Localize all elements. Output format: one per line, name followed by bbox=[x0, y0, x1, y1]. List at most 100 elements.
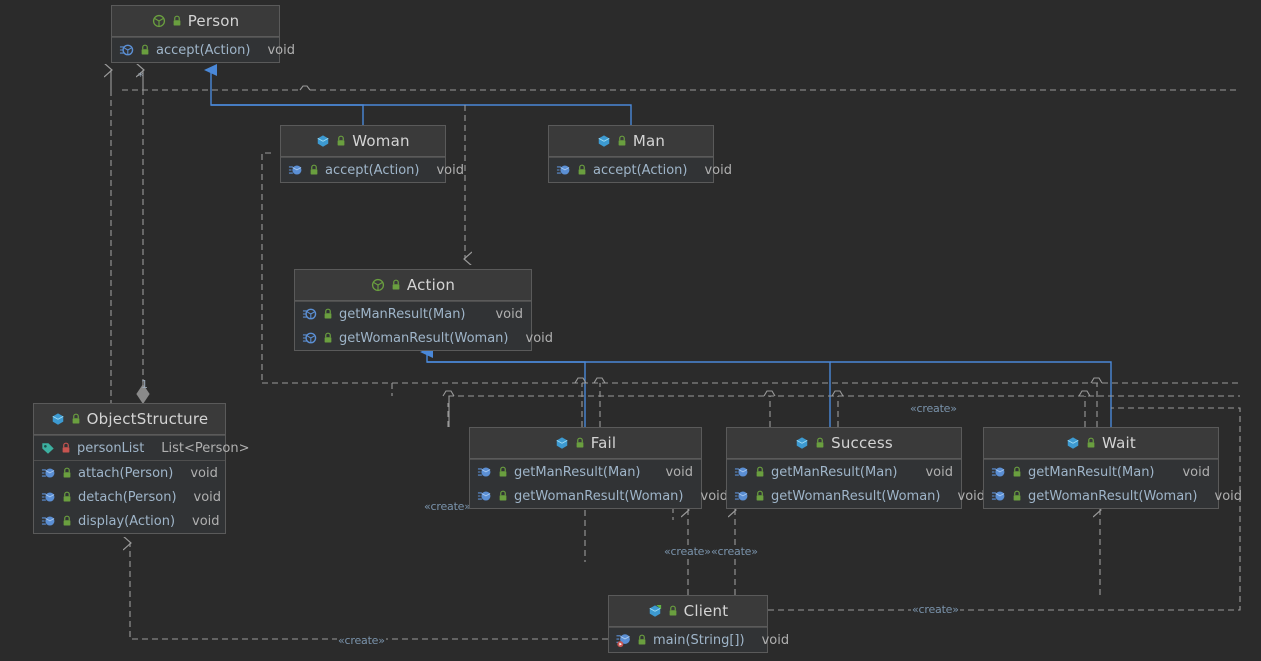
class-member-row[interactable]: getManResult(Man) void bbox=[295, 302, 531, 326]
lock-public-icon bbox=[322, 308, 334, 320]
class-title-person: Person bbox=[187, 12, 240, 30]
class-member-row[interactable]: display(Action) void bbox=[34, 509, 225, 533]
class-member-row[interactable]: getManResult(Man) void bbox=[727, 460, 961, 484]
member-type: void bbox=[192, 513, 220, 529]
class-member-row[interactable]: accept(Action) void bbox=[112, 38, 295, 62]
class-title-wait: Wait bbox=[1102, 434, 1136, 452]
class-box-success[interactable]: Success getManResult(Man) void getWomanResu… bbox=[726, 427, 985, 509]
class-header-success[interactable]: Success bbox=[727, 428, 961, 459]
class-member-row[interactable]: getWomanResult(Woman) void bbox=[984, 484, 1242, 508]
method-icon bbox=[288, 163, 303, 177]
lock-public-icon bbox=[139, 44, 151, 56]
class-header-woman[interactable]: Woman bbox=[281, 126, 445, 157]
class-member-row[interactable]: getWomanResult(Woman) void bbox=[470, 484, 728, 508]
class-title-woman: Woman bbox=[352, 132, 410, 150]
member-name: getWomanResult(Woman) bbox=[514, 488, 684, 504]
runnable-class-icon bbox=[648, 604, 662, 618]
lock-public-icon bbox=[171, 15, 183, 27]
class-box-wait[interactable]: Wait getManResult(Man) void getWomanResult(… bbox=[983, 427, 1242, 509]
class-section-client-0: main(String[]) void bbox=[609, 627, 789, 652]
class-header-client[interactable]: Client bbox=[609, 596, 767, 627]
class-section-objectstructure-0: personList List<Person> bbox=[34, 435, 250, 460]
member-type: void bbox=[190, 465, 218, 481]
class-box-man[interactable]: Man accept(Action) void bbox=[548, 125, 732, 183]
method-icon bbox=[41, 490, 56, 504]
edge-dependency-into-woman bbox=[261, 152, 272, 380]
member-name: accept(Action) bbox=[325, 162, 420, 178]
edge-label-create-success-1: «create» bbox=[663, 545, 712, 558]
class-member-row[interactable]: detach(Person) void bbox=[34, 485, 225, 509]
class-section-person-0: accept(Action) void bbox=[112, 37, 295, 62]
lock-public-icon bbox=[497, 490, 509, 502]
class-box-action[interactable]: Action getManResult(Man) void getWomanResul… bbox=[294, 269, 553, 351]
method-icon bbox=[991, 489, 1006, 503]
class-box-objectstructure[interactable]: ObjectStructure personList List<Person> att… bbox=[33, 403, 250, 534]
class-header-objectstructure[interactable]: ObjectStructure bbox=[34, 404, 225, 435]
class-member-row[interactable]: personList List<Person> bbox=[34, 436, 250, 460]
class-icon bbox=[1066, 436, 1080, 450]
jump-arc-a bbox=[574, 377, 587, 384]
member-type: void bbox=[665, 464, 693, 480]
class-member-row[interactable]: accept(Action) void bbox=[549, 158, 732, 182]
class-title-success: Success bbox=[831, 434, 893, 452]
class-box-person[interactable]: Person accept(Action) void bbox=[111, 5, 295, 63]
class-box-client[interactable]: Client main(String[]) void bbox=[608, 595, 789, 653]
method-icon bbox=[41, 514, 56, 528]
lock-public-icon bbox=[1011, 466, 1023, 478]
lock-public-icon bbox=[61, 515, 73, 527]
class-header-fail[interactable]: Fail bbox=[470, 428, 701, 459]
member-type: void bbox=[1214, 488, 1243, 504]
class-box-woman[interactable]: Woman accept(Action) void bbox=[280, 125, 464, 183]
class-member-row[interactable]: getWomanResult(Woman) void bbox=[295, 326, 553, 350]
class-member-row[interactable]: getWomanResult(Woman) void bbox=[727, 484, 985, 508]
class-member-row[interactable]: attach(Person) void bbox=[34, 461, 225, 485]
member-type: void bbox=[267, 42, 295, 58]
class-header-person[interactable]: Person bbox=[112, 6, 279, 37]
class-header-action[interactable]: Action bbox=[295, 270, 531, 301]
class-section-objectstructure-1: attach(Person) void detach(Person) void disp… bbox=[34, 460, 225, 533]
class-member-row[interactable]: accept(Action) void bbox=[281, 158, 464, 182]
abstract-method-icon bbox=[119, 43, 134, 57]
method-icon bbox=[41, 466, 56, 480]
class-header-wait[interactable]: Wait bbox=[984, 428, 1218, 459]
class-member-row[interactable]: getManResult(Man) void bbox=[470, 460, 701, 484]
class-section-man-0: accept(Action) void bbox=[549, 157, 732, 182]
jump-arc-f bbox=[1078, 390, 1091, 397]
edge-label-create-wait-bottom: «create» bbox=[911, 603, 960, 616]
jump-arc-d bbox=[763, 390, 776, 397]
method-icon bbox=[991, 465, 1006, 479]
lock-public-icon bbox=[322, 332, 334, 344]
connector-layer bbox=[0, 64, 1241, 640]
lock-public-icon bbox=[574, 437, 586, 449]
field-icon bbox=[41, 441, 55, 455]
member-name: accept(Action) bbox=[593, 162, 688, 178]
jump-arc-c bbox=[442, 390, 455, 397]
lock-public-icon bbox=[497, 466, 509, 478]
class-member-row[interactable]: getManResult(Man) void bbox=[984, 460, 1218, 484]
member-name: getWomanResult(Woman) bbox=[771, 488, 941, 504]
class-member-row[interactable]: main(String[]) void bbox=[609, 628, 789, 652]
member-name: accept(Action) bbox=[156, 42, 251, 58]
class-title-man: Man bbox=[632, 132, 666, 150]
aggregation-edge bbox=[137, 70, 150, 404]
edge-label-create-wait-top: «create» bbox=[909, 402, 958, 415]
member-name: getWomanResult(Woman) bbox=[1028, 488, 1198, 504]
class-box-fail[interactable]: Fail getManResult(Man) void getWomanResult(… bbox=[469, 427, 728, 509]
edge-wait-implements-action bbox=[830, 361, 1112, 427]
class-icon bbox=[51, 412, 65, 426]
class-title-fail: Fail bbox=[590, 434, 617, 452]
member-name: getManResult(Man) bbox=[771, 464, 898, 480]
member-name: getManResult(Man) bbox=[1028, 464, 1155, 480]
member-type: void bbox=[1182, 464, 1210, 480]
lock-public-icon bbox=[308, 164, 320, 176]
class-header-man[interactable]: Man bbox=[549, 126, 713, 157]
jump-arc-g bbox=[1090, 377, 1103, 384]
class-title-client: Client bbox=[683, 602, 729, 620]
multiplicity-label-one: 1 bbox=[141, 378, 148, 391]
edge-fail-implements-action bbox=[420, 346, 586, 427]
edge-success-implements-action bbox=[427, 361, 831, 427]
jump-arc-b bbox=[593, 377, 606, 384]
jump-arc-e bbox=[831, 390, 844, 397]
class-section-fail-0: getManResult(Man) void getWomanResult(Woma… bbox=[470, 459, 728, 508]
lock-private-icon bbox=[60, 442, 72, 454]
